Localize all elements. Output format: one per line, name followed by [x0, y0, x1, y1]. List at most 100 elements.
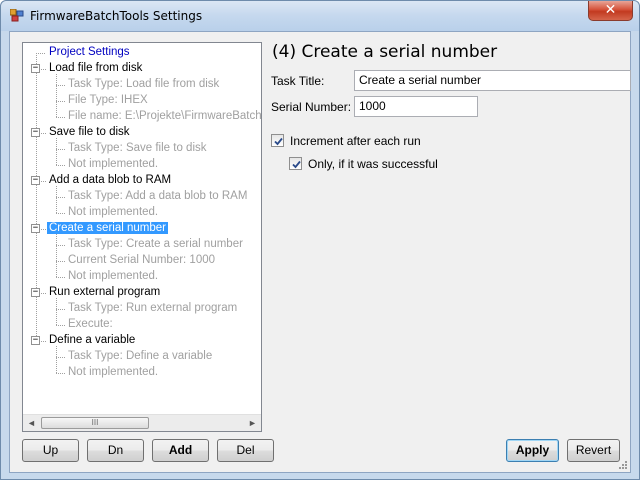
scroll-right-icon[interactable]: ►: [244, 415, 261, 431]
collapse-icon[interactable]: −: [31, 224, 40, 233]
task-tree[interactable]: Project Settings − Load file from disk Task…: [22, 42, 262, 432]
down-button[interactable]: Dn: [87, 439, 144, 462]
tree-node-detail[interactable]: File Type: IHEX: [66, 93, 150, 109]
only-success-checkbox-row[interactable]: Only, if it was successful: [289, 157, 438, 171]
increment-checkbox[interactable]: [271, 134, 284, 147]
only-success-checkbox[interactable]: [289, 157, 302, 170]
window-title: FirmwareBatchTools Settings: [30, 9, 203, 23]
tree-node-detail[interactable]: Task Type: Define a variable: [66, 349, 214, 365]
tree-node-label: Load file from disk: [49, 62, 143, 74]
tree-node-label: Task Type: Define a variable: [68, 350, 213, 362]
tree-connector: [41, 133, 46, 134]
tree-node-task[interactable]: Create a serial number: [47, 221, 168, 237]
tree-node-label: Not implemented.: [68, 206, 159, 218]
tree-node-detail[interactable]: Not implemented.: [66, 157, 160, 173]
tree-node-label: Task Type: Add a data blob to RAM: [68, 190, 248, 202]
panel-heading: (4) Create a serial number: [272, 42, 498, 62]
tree-node-label: Create a serial number: [47, 222, 168, 234]
tree-node-label: Task Type: Run external program: [68, 302, 238, 314]
tree-node-label: Not implemented.: [68, 270, 159, 282]
tree-node-label: Task Type: Load file from disk: [68, 78, 220, 90]
tree-node-detail[interactable]: Task Type: Load file from disk: [66, 77, 221, 93]
collapse-icon[interactable]: −: [31, 128, 40, 137]
up-button[interactable]: Up: [22, 439, 79, 462]
tree-connector: [56, 234, 57, 277]
title-bar[interactable]: FirmwareBatchTools Settings ✕: [1, 1, 639, 31]
tree-connector: [56, 373, 65, 374]
serial-number-field[interactable]: 1000: [354, 96, 478, 117]
tree-connector: [56, 165, 65, 166]
task-title-label: Task Title:: [271, 74, 325, 88]
tree-connector: [41, 293, 46, 294]
scroll-thumb[interactable]: III: [41, 417, 149, 429]
tree-node-label: Not implemented.: [68, 366, 159, 378]
tree-connector: [56, 149, 65, 150]
tree-node-detail[interactable]: Task Type: Run external program: [66, 301, 239, 317]
tree-connector: [56, 101, 65, 102]
serial-number-label: Serial Number:: [271, 100, 352, 114]
tree-node-detail[interactable]: Task Type: Add a data blob to RAM: [66, 189, 249, 205]
close-icon: ✕: [604, 2, 617, 18]
client-area: Project Settings − Load file from disk Task…: [9, 31, 631, 473]
apply-button[interactable]: Apply: [506, 439, 559, 462]
only-success-label: Only, if it was successful: [308, 157, 438, 171]
collapse-icon[interactable]: −: [31, 336, 40, 345]
collapse-icon[interactable]: −: [31, 288, 40, 297]
tree-node-detail[interactable]: Task Type: Save file to disk: [66, 141, 209, 157]
delete-button[interactable]: Del: [217, 439, 274, 462]
tree-node-task[interactable]: Save file to disk: [47, 125, 132, 141]
tree-connector: [56, 186, 57, 213]
tree-connector: [56, 117, 65, 118]
tree-connector: [56, 197, 65, 198]
task-title-field[interactable]: Create a serial number: [354, 70, 631, 91]
tree-connector: [56, 138, 57, 165]
settings-window: FirmwareBatchTools Settings ✕ Project Se…: [0, 0, 640, 480]
tree-node-task[interactable]: Add a data blob to RAM: [47, 173, 173, 189]
tree-node-task[interactable]: Load file from disk: [47, 61, 144, 77]
tree-node-label: Add a data blob to RAM: [49, 174, 172, 186]
tree-node-label: Current Serial Number: 1000: [68, 254, 216, 266]
tree-node-label: Define a variable: [49, 334, 136, 346]
scroll-left-icon[interactable]: ◄: [23, 415, 40, 431]
horizontal-scrollbar[interactable]: ◄ III ►: [23, 414, 261, 431]
tree-node-task[interactable]: Run external program: [47, 285, 162, 301]
tree-node-label: Task Type: Save file to disk: [68, 142, 207, 154]
tree-connector: [56, 309, 65, 310]
tree-node-detail[interactable]: Not implemented.: [66, 365, 160, 381]
tree-node-label: Execute:: [68, 318, 113, 330]
checkmark-icon: [274, 137, 283, 146]
app-icon: [9, 8, 24, 22]
resize-grip-icon[interactable]: [618, 460, 628, 470]
tree-node-label: Project Settings: [49, 46, 130, 58]
tree-connector: [56, 346, 57, 373]
tree-node-task[interactable]: Define a variable: [47, 333, 137, 349]
checkmark-icon: [292, 160, 301, 169]
tree-node-detail[interactable]: Not implemented.: [66, 205, 160, 221]
tree-node-detail[interactable]: Not implemented.: [66, 269, 160, 285]
tree-connector: [56, 74, 57, 117]
tree-connector: [56, 261, 65, 262]
tree-node-label: Save file to disk: [49, 126, 130, 138]
tree-connector: [56, 85, 65, 86]
tree-node-detail[interactable]: Execute:: [66, 317, 115, 333]
tree-node-detail[interactable]: File name: E:\Projekte\FirmwareBatchTool…: [66, 109, 261, 125]
tree-connector: [56, 325, 65, 326]
increment-checkbox-row[interactable]: Increment after each run: [271, 134, 421, 148]
tree-node-detail[interactable]: Task Type: Create a serial number: [66, 237, 245, 253]
tree-connector: [41, 341, 46, 342]
close-button[interactable]: ✕: [588, 1, 633, 21]
tree-connector: [41, 181, 46, 182]
collapse-icon[interactable]: −: [31, 64, 40, 73]
tree-node-label: File Type: IHEX: [68, 94, 148, 106]
tree-connector: [56, 277, 65, 278]
add-button[interactable]: Add: [152, 439, 209, 462]
tree-node-label: Task Type: Create a serial number: [68, 238, 243, 250]
increment-label: Increment after each run: [290, 134, 421, 148]
tree-node-detail[interactable]: Current Serial Number: 1000: [66, 253, 217, 269]
tree-root-project-settings[interactable]: Project Settings: [47, 45, 132, 61]
tree-connector: [56, 298, 57, 325]
collapse-icon[interactable]: −: [31, 176, 40, 185]
tree-node-label: Not implemented.: [68, 158, 159, 170]
revert-button[interactable]: Revert: [567, 439, 620, 462]
tree-connector: [41, 229, 46, 230]
